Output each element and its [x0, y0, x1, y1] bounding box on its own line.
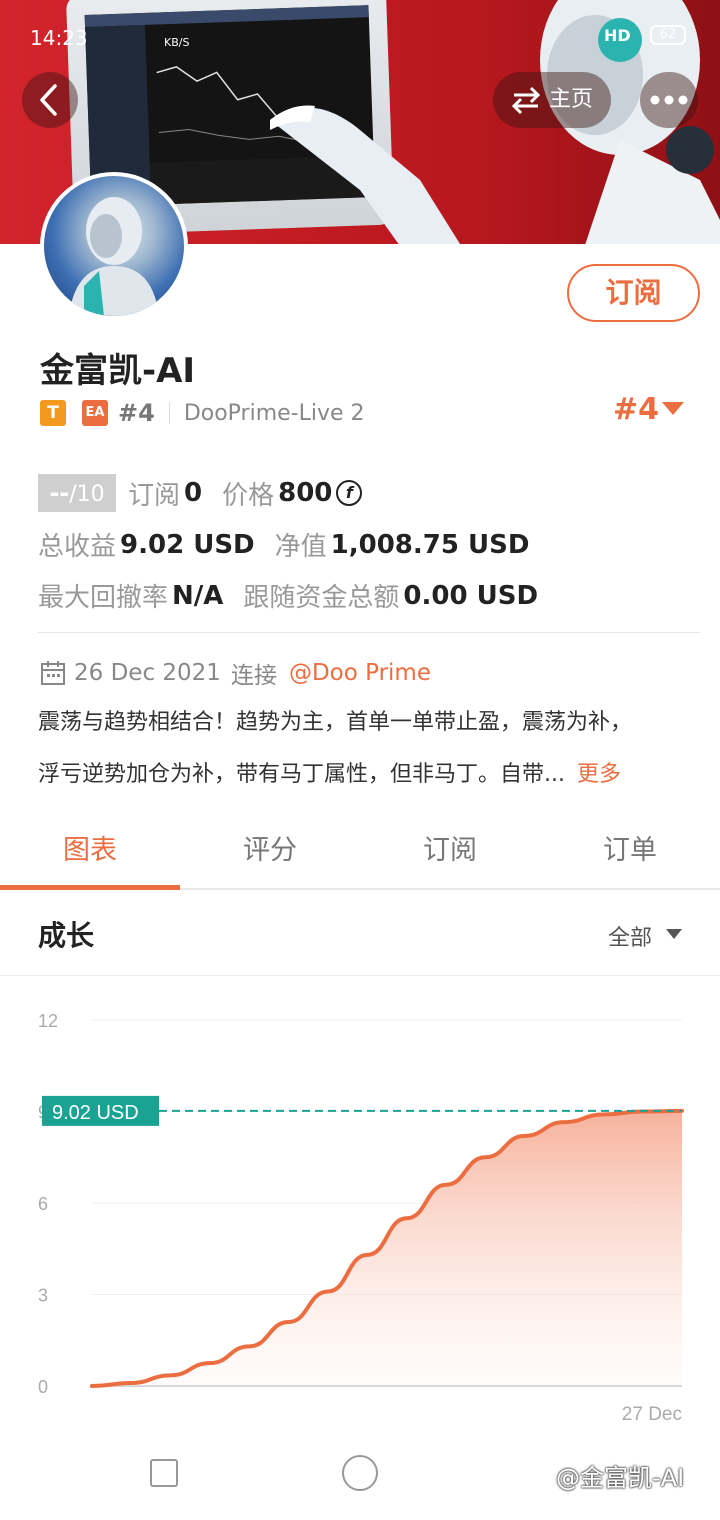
- follow-amount-label: 跟随资金总额: [243, 583, 400, 613]
- caret-down-icon[interactable]: [666, 929, 682, 939]
- calendar-icon: [41, 661, 65, 685]
- equity-label: 净值: [274, 532, 327, 562]
- home-label: 主页: [549, 87, 594, 112]
- connection-date: 26 Dec 2021: [74, 660, 221, 686]
- stats-row-1: --/10 订阅 0 价格 800 f: [38, 474, 363, 512]
- growth-area: [92, 1110, 682, 1386]
- y-tick-label: 0: [38, 1377, 48, 1397]
- description-line-1: 震荡与趋势相结合！趋势为主，首单一单带止盈，震荡为补，: [38, 710, 633, 735]
- battery-icon: 62: [650, 25, 686, 45]
- subscribe-count: 0: [184, 478, 203, 508]
- current-value-label: 9.02 USD: [52, 1102, 139, 1124]
- more-dots-icon: [650, 95, 688, 105]
- chevron-left-icon: [40, 84, 57, 116]
- section-title: 成长: [38, 919, 95, 952]
- drawdown-value: N/A: [172, 580, 224, 611]
- home-nav-button[interactable]: [342, 1455, 378, 1491]
- broker-link[interactable]: @Doo Prime: [289, 660, 431, 686]
- tab-chart[interactable]: 图表: [0, 818, 180, 890]
- server-name: DooPrime-Live 2: [183, 400, 365, 426]
- more-link[interactable]: 更多: [577, 762, 621, 787]
- y-tick-label: 3: [38, 1286, 48, 1306]
- more-button[interactable]: [640, 72, 698, 128]
- growth-header: 成长 全部: [0, 892, 720, 976]
- robot-avatar-image: [69, 197, 159, 316]
- range-filter[interactable]: 全部: [608, 920, 652, 952]
- tag-rank: #4: [118, 399, 155, 427]
- tag-row: T EA #4 DooPrime-Live 2: [40, 398, 365, 428]
- tab-rating[interactable]: 评分: [180, 818, 360, 888]
- stats-row-3: 最大回撤率 N/A 跟随资金总额 0.00 USD: [38, 577, 538, 614]
- tag-ea-badge: EA: [82, 400, 108, 426]
- coin-icon: f: [336, 480, 363, 506]
- description-line-2: 浮亏逆势加仓为补，带有马丁属性，但非马丁。自带... 更多: [38, 762, 621, 787]
- network-indicator: HD: [604, 26, 631, 45]
- follow-amount-value: 0.00 USD: [403, 580, 539, 611]
- tag-divider: [168, 402, 170, 424]
- back-button[interactable]: [22, 72, 78, 128]
- growth-chart: 0369129.02 USD27 Dec: [38, 1011, 684, 1425]
- y-tick-label: 12: [38, 1011, 58, 1031]
- rank-selector[interactable]: #4: [613, 392, 659, 427]
- status-speed: KB/S: [164, 36, 190, 49]
- total-profit-label: 总收益: [38, 532, 117, 562]
- connection-text: 连接: [230, 663, 277, 689]
- subscribe-button[interactable]: 订阅: [567, 264, 700, 322]
- connection-row: 26 Dec 2021 连接 @Doo Prime: [40, 656, 431, 690]
- y-tick-label: 6: [38, 1194, 48, 1214]
- x-tick-label: 27 Dec: [622, 1404, 682, 1425]
- swap-icon: [511, 86, 541, 114]
- home-button[interactable]: 主页: [493, 72, 611, 128]
- subscribe-count-label: 订阅: [128, 480, 181, 511]
- equity-value: 1,008.75 USD: [330, 529, 530, 560]
- total-profit-value: 9.02 USD: [120, 529, 255, 560]
- tab-bar: 图表 评分 订阅 订单: [0, 818, 720, 890]
- price-value: 800: [278, 478, 333, 508]
- system-nav-bar: @金富凯-AI: [0, 1430, 720, 1520]
- avatar: [40, 172, 188, 320]
- robot-hand-image: [270, 105, 460, 244]
- price-label: 价格: [222, 480, 275, 511]
- watermark: @金富凯-AI: [556, 1464, 685, 1492]
- tab-orders[interactable]: 订单: [540, 818, 720, 888]
- score-badge: --/10: [38, 474, 116, 512]
- stats-row-2: 总收益 9.02 USD 净值 1,008.75 USD: [38, 526, 529, 563]
- status-time: 14:23: [30, 26, 88, 50]
- strategy-name: 金富凯-AI: [40, 351, 196, 391]
- divider: [38, 632, 700, 633]
- tab-subscribe[interactable]: 订阅: [360, 818, 540, 888]
- tag-t-badge: T: [40, 400, 66, 426]
- recent-apps-button[interactable]: [150, 1459, 178, 1487]
- caret-down-icon[interactable]: [662, 402, 684, 415]
- status-bar: 14:23 KB/S HD 62: [0, 0, 720, 72]
- drawdown-label: 最大回撤率: [38, 583, 169, 613]
